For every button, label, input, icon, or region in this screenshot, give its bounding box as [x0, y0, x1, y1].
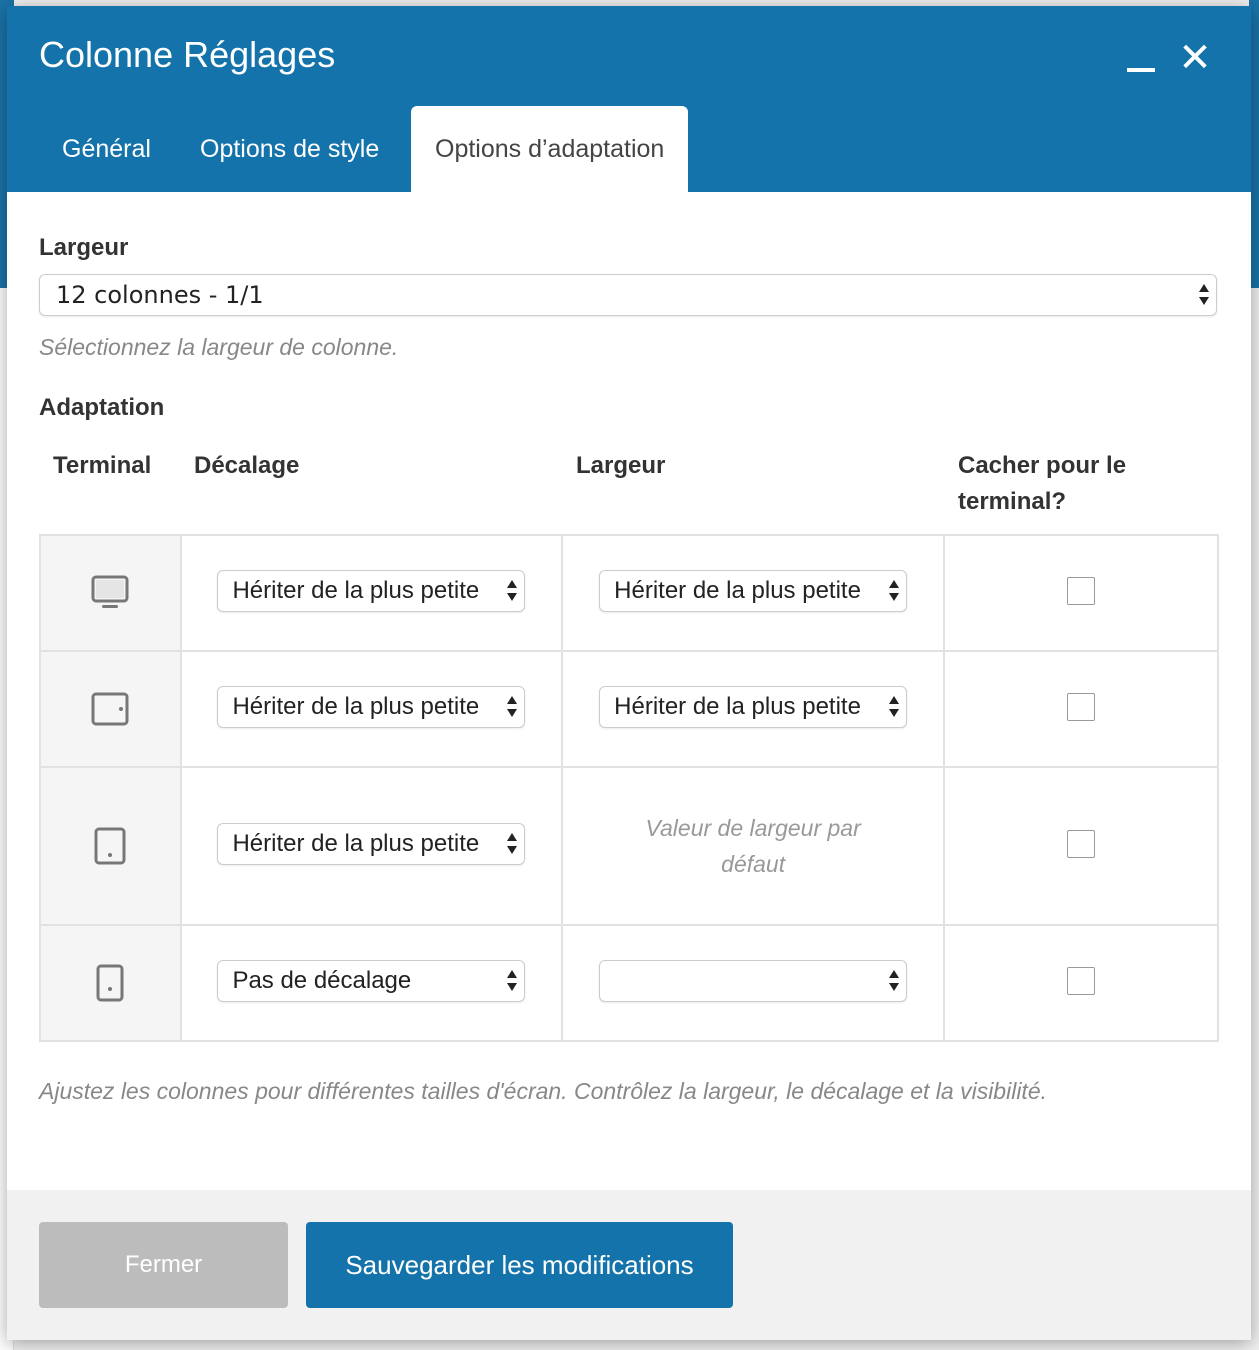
column-header-hide: Cacher pour le terminal? [958, 452, 1127, 515]
width-select-device[interactable]: Hériter de la plus petite [599, 686, 908, 728]
hide-checkbox[interactable] [1067, 967, 1095, 995]
offset-select[interactable]: Hériter de la plus petite [217, 686, 526, 728]
tab-style-options[interactable]: Options de style [176, 106, 403, 192]
select-arrows-icon [506, 830, 518, 858]
offset-select[interactable]: Hériter de la plus petite [217, 823, 526, 865]
table-row: Hériter de la plus petite Hériter de la … [39, 534, 1219, 652]
close-icon[interactable]: ✕ [1177, 38, 1213, 78]
table-row: Hériter de la plus petite Valeur de larg… [39, 766, 1219, 926]
column-header-offset: Décalage [194, 452, 300, 479]
width-select-device[interactable]: Hériter de la plus petite [599, 570, 908, 612]
table-row: Pas de décalage [39, 924, 1219, 1042]
hide-checkbox[interactable] [1067, 830, 1095, 858]
tablet-landscape-icon [91, 692, 129, 726]
width-hint: Sélectionnez la largeur de colonne. [39, 334, 399, 360]
phone-icon [96, 964, 124, 1002]
tab-responsive-options[interactable]: Options d’adaptation [411, 106, 689, 192]
hide-checkbox[interactable] [1067, 693, 1095, 721]
width-select-device[interactable] [599, 960, 908, 1002]
minimize-icon[interactable] [1127, 68, 1155, 72]
column-header-width: Largeur [576, 452, 666, 479]
select-arrows-icon [506, 967, 518, 995]
width-label: Largeur [39, 234, 129, 261]
tab-general[interactable]: Général [38, 106, 175, 192]
column-header-device: Terminal [53, 452, 152, 479]
offset-select[interactable]: Hériter de la plus petite [217, 570, 526, 612]
tablet-portrait-icon [94, 827, 126, 865]
desktop-icon [91, 575, 129, 608]
select-arrows-icon [506, 693, 518, 721]
offset-select[interactable]: Pas de décalage [217, 960, 526, 1002]
select-arrows-icon [888, 967, 900, 995]
close-button[interactable]: Fermer [39, 1222, 288, 1308]
modal-header: Colonne Réglages ✕ Général Options de st… [7, 6, 1251, 192]
default-width-text: Valeur de largeur par défaut [645, 815, 861, 877]
select-arrows-icon [506, 577, 518, 605]
width-select[interactable]: 12 colonnes - 1/1 [39, 274, 1217, 316]
width-select-value: 12 colonnes - 1/1 [56, 281, 264, 309]
modal-title: Colonne Réglages [39, 34, 336, 75]
column-settings-modal: Colonne Réglages ✕ Général Options de st… [7, 6, 1251, 1340]
responsive-hint: Ajustez les colonnes pour différentes ta… [39, 1078, 1048, 1104]
select-arrows-icon [1198, 281, 1210, 309]
table-row: Hériter de la plus petite Hériter de la … [39, 650, 1219, 768]
hide-checkbox[interactable] [1067, 577, 1095, 605]
responsive-table: Hériter de la plus petite Hériter de la … [39, 534, 1219, 1042]
select-arrows-icon [888, 577, 900, 605]
responsive-label: Adaptation [39, 394, 165, 421]
modal-footer: Fermer Sauvegarder les modifications [7, 1190, 1251, 1340]
select-arrows-icon [888, 693, 900, 721]
save-button[interactable]: Sauvegarder les modifications [306, 1222, 733, 1308]
